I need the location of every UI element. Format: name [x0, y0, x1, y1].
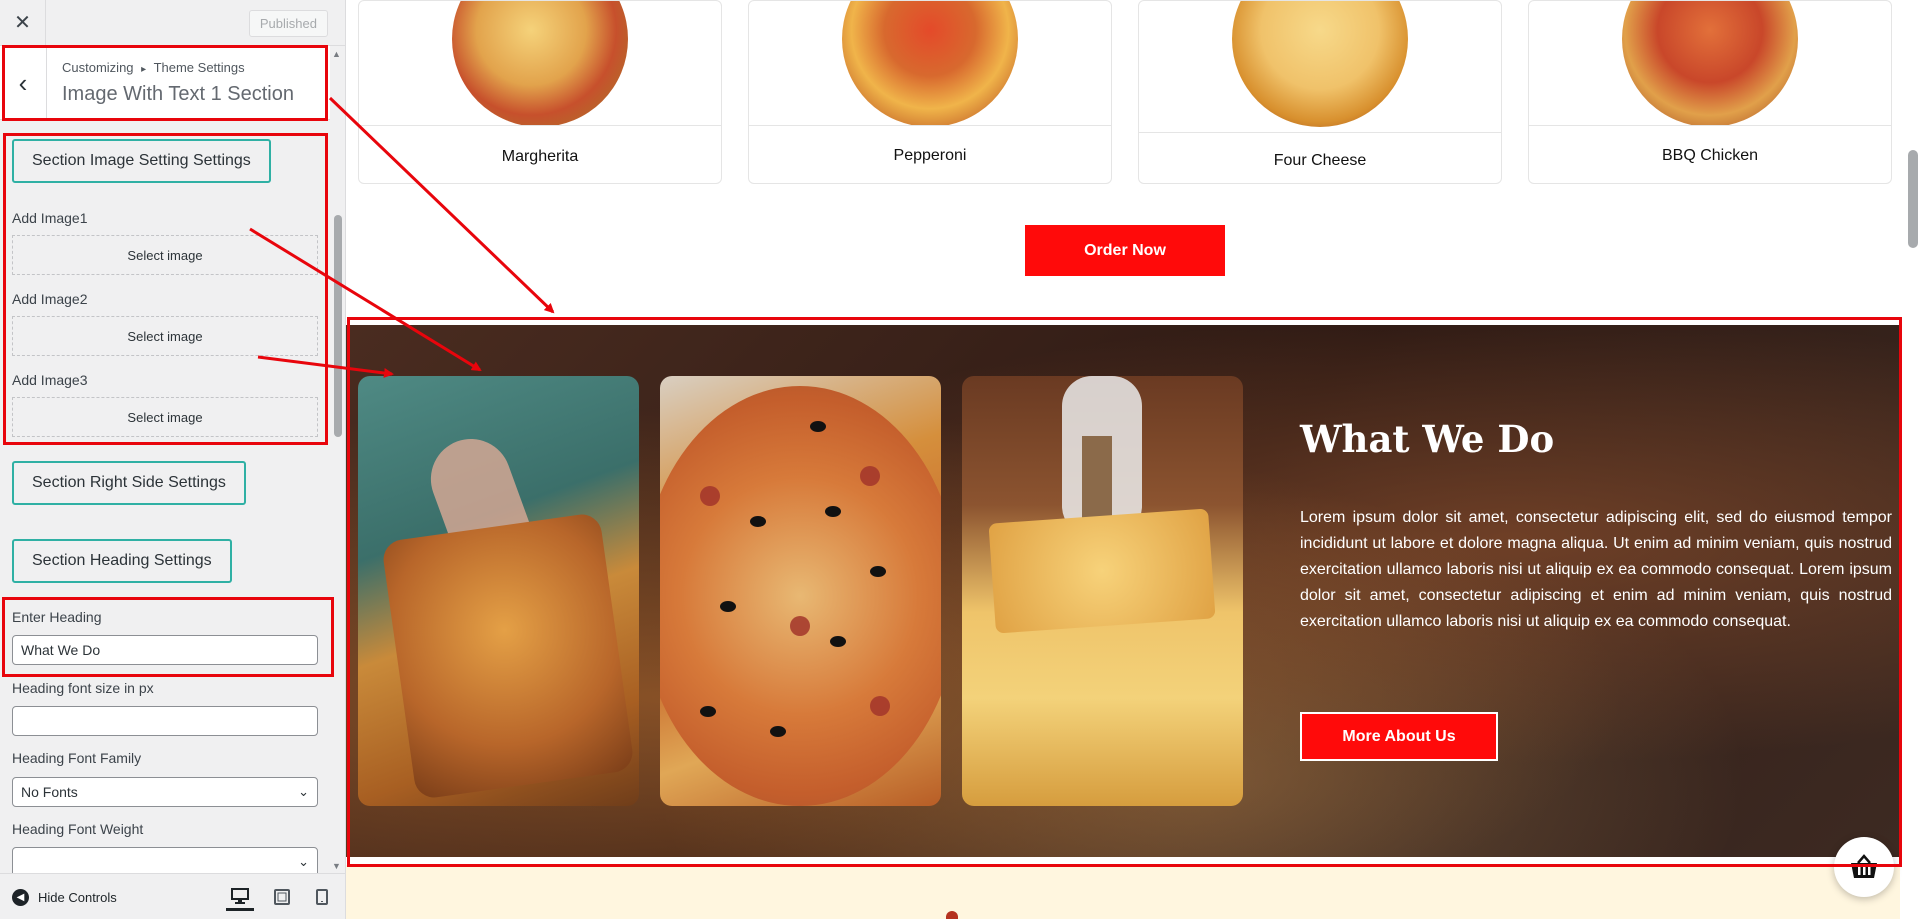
section-image-2 — [660, 376, 941, 806]
scroll-up-icon[interactable]: ▲ — [332, 49, 341, 59]
tablet-preview-button[interactable] — [268, 883, 296, 911]
scroll-down-icon[interactable]: ▼ — [332, 861, 341, 871]
chevron-down-icon: ⌄ — [298, 784, 309, 799]
pizza-name: Pepperoni — [893, 147, 967, 164]
section-header: ‹ Customizing ▸ Theme Settings Image Wit… — [0, 46, 330, 120]
order-now-button[interactable]: Order Now — [1025, 225, 1225, 276]
pizza-image-frame — [1139, 1, 1501, 133]
section-title: Image With Text 1 Section — [62, 83, 294, 105]
font-size-label: Heading font size in px — [12, 680, 154, 696]
section-heading: What We Do — [1300, 417, 1555, 461]
hide-controls-button[interactable]: ◀ Hide Controls — [12, 874, 117, 919]
customizer-topbar: ✕ Published — [0, 0, 345, 46]
pizza-card[interactable]: BBQ Chicken — [1528, 0, 1892, 184]
breadcrumb-separator: ▸ — [141, 64, 147, 75]
pizza-name: Margherita — [501, 148, 579, 165]
font-family-select[interactable]: No Fonts ⌄ — [12, 777, 318, 807]
add-image2-label: Add Image2 — [12, 291, 88, 307]
mobile-preview-button[interactable] — [308, 883, 336, 911]
pizza-image-frame — [1529, 1, 1891, 126]
breadcrumb-root: Customizing — [62, 60, 134, 75]
sidebar-scrollbar-thumb[interactable] — [334, 215, 342, 437]
pizza-card[interactable]: Pepperoni — [748, 0, 1112, 184]
desktop-icon — [231, 887, 249, 904]
font-weight-select[interactable]: ⌄ — [12, 847, 318, 873]
pizza-card[interactable]: Margherita — [358, 0, 722, 184]
hide-controls-label: Hide Controls — [38, 889, 117, 905]
site-preview: Margherita Pepperoni Four Cheese BBQ Chi… — [346, 0, 1920, 919]
pizza-image — [452, 1, 628, 125]
customizer-sidebar: ✕ Published ‹ Customizing ▸ Theme Settin… — [0, 0, 346, 919]
published-button[interactable]: Published — [248, 10, 328, 37]
pizza-name: BBQ Chicken — [1661, 147, 1759, 164]
section-image-3 — [962, 376, 1243, 806]
controls-panel: Section Image Setting Settings Add Image… — [0, 121, 330, 873]
add-image3-label: Add Image3 — [12, 372, 88, 388]
pizza-image — [1622, 1, 1798, 125]
add-image1-label: Add Image1 — [12, 210, 88, 226]
font-weight-label: Heading Font Weight — [12, 821, 144, 837]
chevron-left-icon: ‹ — [18, 67, 28, 98]
select-image2-button[interactable]: Select image — [12, 316, 318, 356]
heading-settings-button[interactable]: Section Heading Settings — [12, 539, 232, 583]
partial-decoration — [946, 911, 958, 919]
desktop-preview-button[interactable] — [226, 883, 254, 911]
breadcrumb: Customizing ▸ Theme Settings — [62, 60, 245, 75]
breadcrumb-parent: Theme Settings — [153, 60, 245, 75]
image-settings-button[interactable]: Section Image Setting Settings — [12, 139, 271, 183]
pizza-image-frame — [749, 1, 1111, 126]
font-family-value: No Fonts — [21, 784, 78, 800]
pizza-image-frame — [359, 1, 721, 126]
basket-icon — [1851, 854, 1877, 878]
pizza-card[interactable]: Four Cheese — [1138, 0, 1502, 184]
preview-scrollbar[interactable] — [1906, 0, 1920, 919]
pizza-image — [1232, 1, 1408, 127]
more-about-us-button[interactable]: More About Us — [1300, 712, 1498, 761]
cart-button[interactable] — [1834, 837, 1894, 897]
section-paragraph: Lorem ipsum dolor sit amet, consectetur … — [1300, 509, 1892, 630]
preview-scrollbar-thumb[interactable] — [1908, 150, 1918, 248]
close-icon: ✕ — [14, 12, 31, 34]
sidebar-scrollbar[interactable] — [330, 46, 345, 873]
arrow-left-icon: ◀ — [12, 888, 29, 906]
pizza-image — [842, 1, 1018, 125]
mobile-icon — [316, 889, 328, 905]
enter-heading-label: Enter Heading — [12, 609, 102, 625]
font-family-label: Heading Font Family — [12, 750, 142, 766]
back-button[interactable]: ‹ — [0, 46, 47, 120]
section-image-1 — [358, 376, 639, 806]
font-size-input[interactable] — [12, 706, 318, 736]
chevron-down-icon: ⌄ — [298, 854, 309, 869]
pizza-name: Four Cheese — [1273, 152, 1367, 169]
image-with-text-section: What We Do Lorem ipsum dolor sit amet, c… — [346, 325, 1900, 857]
close-customizer-button[interactable]: ✕ — [0, 0, 46, 45]
heading-input[interactable]: What We Do — [12, 635, 318, 665]
next-section-band — [346, 865, 1900, 919]
customizer-footer: ◀ Hide Controls — [0, 873, 345, 919]
right-side-settings-button[interactable]: Section Right Side Settings — [12, 461, 246, 505]
tablet-icon — [274, 889, 290, 905]
select-image1-button[interactable]: Select image — [12, 235, 318, 275]
select-image3-button[interactable]: Select image — [12, 397, 318, 437]
